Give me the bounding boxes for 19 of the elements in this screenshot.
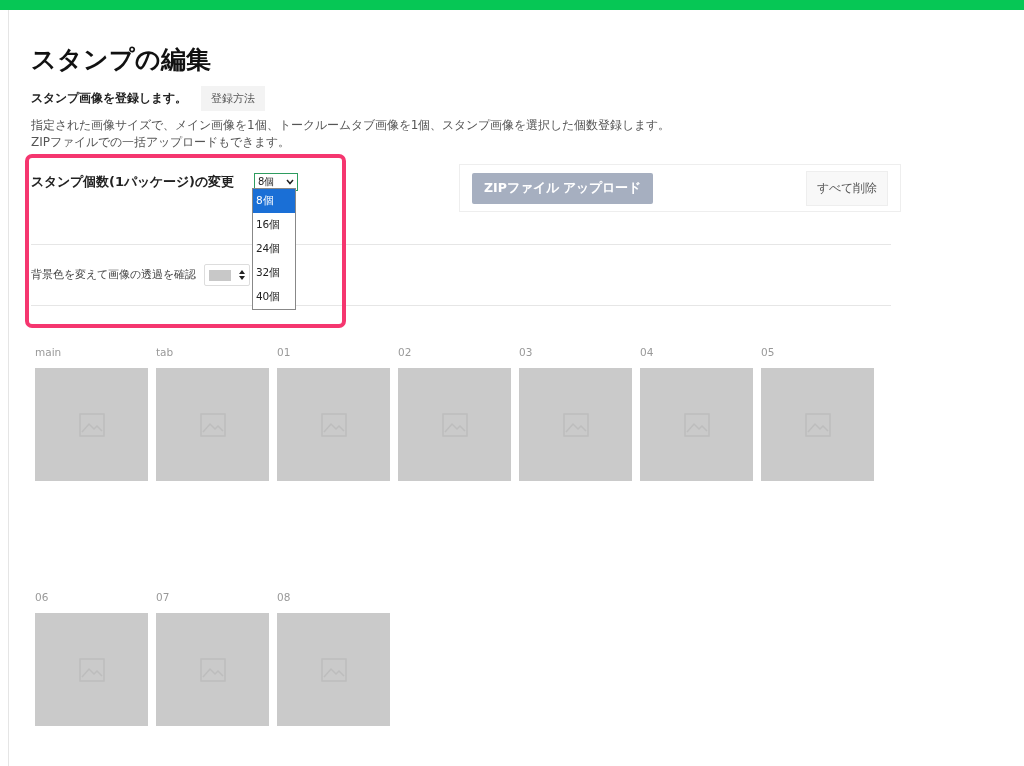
count-label: スタンプ個数(1パッケージ)の変更 [31,173,234,191]
stamp-label: 07 [156,591,171,603]
help-button[interactable]: 登録方法 [201,86,265,111]
stamp-label: 02 [398,346,413,358]
stamp-label: 04 [640,346,655,358]
stamp-label: 03 [519,346,534,358]
subtitle: スタンプ画像を登録します。 [31,90,187,107]
delete-all-button[interactable]: すべて削除 [806,170,888,206]
description-text: ZIPファイルでの一括アップロードもできます。 [31,134,291,151]
stamp-label: main [35,346,63,358]
background-check-label: 背景色を変えて画像の透過を確認 [31,268,196,282]
stamp-label: 06 [35,591,50,603]
description-text: 指定された画像サイズで、メイン画像を1個、トークルームタブ画像を1個、スタンプ画像を選択した個数登録します。 [31,117,672,134]
stamp-label: tab [156,346,175,358]
stamp-label: 08 [277,591,292,603]
stamp-label: 05 [761,346,776,358]
dropdown-option[interactable]: 8個 [252,189,295,213]
stamp-label: 01 [277,346,292,358]
page-title: スタンプの編集 [31,44,212,76]
